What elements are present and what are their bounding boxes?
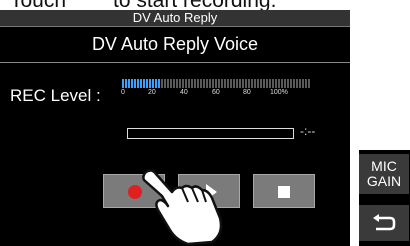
meter-segment: [182, 79, 184, 88]
meter-tick-label: 20: [148, 89, 156, 96]
meter-tick-label: 0: [121, 89, 125, 96]
meter-segment: [224, 79, 226, 88]
meter-segment: [308, 79, 310, 88]
meter-segment: [158, 79, 160, 88]
meter-segment: [194, 79, 196, 88]
meter-segment: [137, 79, 139, 88]
meter-segment: [260, 79, 262, 88]
meter-segment: [269, 79, 271, 88]
meter-segment: [242, 79, 244, 88]
meter-segment: [146, 79, 148, 88]
meter-segment: [266, 79, 268, 88]
meter-segment: [239, 79, 241, 88]
pointing-hand-icon: [142, 169, 223, 246]
meter-segment: [281, 79, 283, 88]
meter-segment: [206, 79, 208, 88]
meter-segment: [293, 79, 295, 88]
meter-segment: [278, 79, 280, 88]
meter-segment: [218, 79, 220, 88]
meter-segment: [227, 79, 229, 88]
meter-segment: [164, 79, 166, 88]
meter-segment: [209, 79, 211, 88]
rec-level-label: REC Level :: [10, 86, 101, 105]
meter-segment: [179, 79, 181, 88]
meter-segment: [140, 79, 142, 88]
meter-segment: [251, 79, 253, 88]
meter-segment: [125, 79, 127, 88]
stop-button[interactable]: [253, 174, 315, 208]
meter-segment: [215, 79, 217, 88]
recording-progress-bar: [127, 128, 294, 139]
meter-segment: [257, 79, 259, 88]
meter-segment: [233, 79, 235, 88]
meter-tick-label: 40: [180, 89, 188, 96]
meter-segment: [167, 79, 169, 88]
meter-segment: [200, 79, 202, 88]
meter-segment: [131, 79, 133, 88]
rec-level-meter: 0 20 40 60 80 100%: [121, 79, 312, 97]
meter-segment: [296, 79, 298, 88]
back-button[interactable]: [359, 205, 409, 241]
meter-segment: [152, 79, 154, 88]
meter-tick-label: 80: [243, 89, 251, 96]
window-title: DV Auto Reply: [0, 10, 350, 27]
meter-segment: [203, 79, 205, 88]
meter-segment: [284, 79, 286, 88]
meter-segment: [248, 79, 250, 88]
meter-segment: [272, 79, 274, 88]
meter-tick-label: 60: [212, 89, 220, 96]
meter-segment: [191, 79, 193, 88]
meter-segment: [155, 79, 157, 88]
meter-segment: [263, 79, 265, 88]
meter-segment: [143, 79, 145, 88]
meter-segment: [299, 79, 301, 88]
stop-icon: [278, 186, 290, 198]
mic-gain-button[interactable]: MIC GAIN: [359, 154, 409, 194]
meter-bars: [122, 79, 310, 88]
meter-segment: [128, 79, 130, 88]
meter-segment: [236, 79, 238, 88]
meter-segment: [134, 79, 136, 88]
meter-segment: [287, 79, 289, 88]
page-heading: DV Auto Reply Voice: [91, 34, 259, 54]
mic-gain-label-line1: MIC: [371, 158, 397, 174]
meter-segment: [122, 79, 124, 88]
meter-segment: [188, 79, 190, 88]
return-icon: [373, 214, 396, 231]
meter-segment: [197, 79, 199, 88]
meter-tick-label: 100%: [270, 89, 288, 96]
recording-time: -:--: [300, 124, 316, 138]
meter-segment: [230, 79, 232, 88]
meter-segment: [149, 79, 151, 88]
meter-segment: [275, 79, 277, 88]
meter-segment: [245, 79, 247, 88]
divider: [0, 62, 350, 63]
meter-segment: [305, 79, 307, 88]
meter-segment: [212, 79, 214, 88]
meter-scale: 0 20 40 60 80 100%: [121, 89, 312, 97]
meter-segment: [221, 79, 223, 88]
meter-segment: [290, 79, 292, 88]
meter-segment: [161, 79, 163, 88]
meter-segment: [185, 79, 187, 88]
meter-segment: [176, 79, 178, 88]
meter-segment: [170, 79, 172, 88]
meter-segment: [302, 79, 304, 88]
mic-gain-label-line2: GAIN: [366, 173, 402, 189]
meter-segment: [254, 79, 256, 88]
meter-segment: [173, 79, 175, 88]
